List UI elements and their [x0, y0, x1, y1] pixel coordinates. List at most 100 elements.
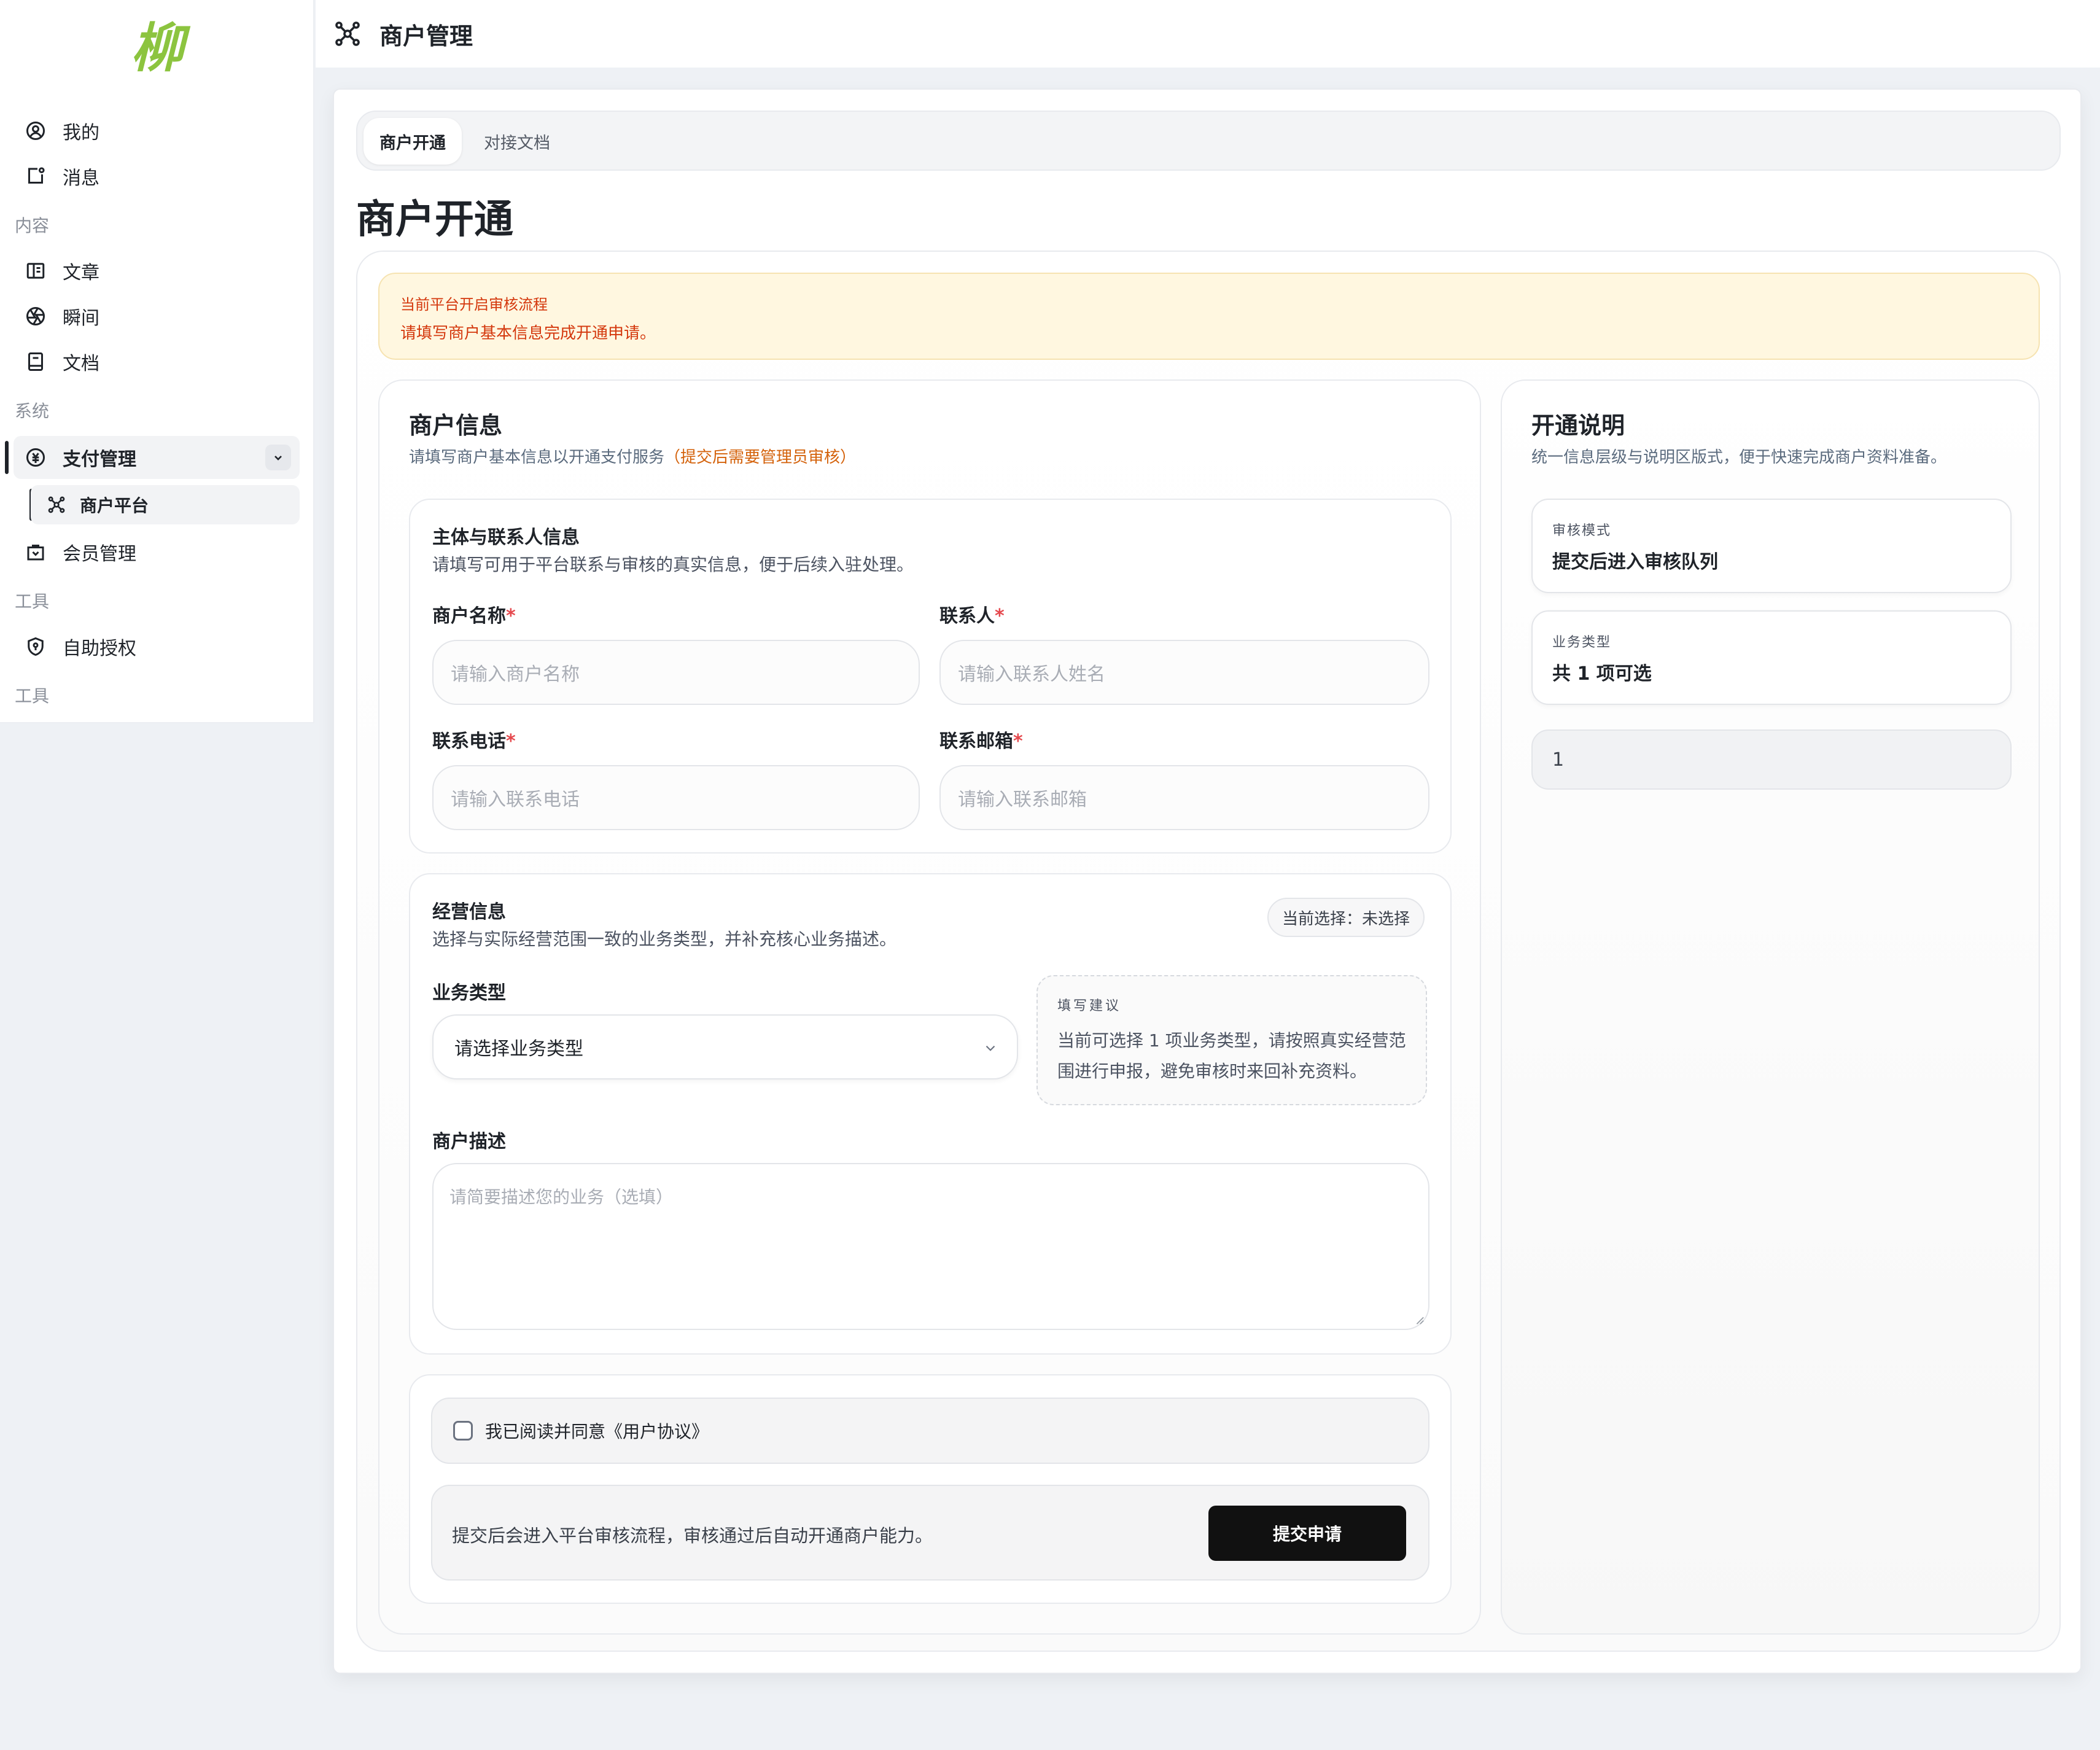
contact-email-label: 联系邮箱* — [939, 726, 1023, 753]
submit-application-button[interactable]: 提交申请 — [1208, 1506, 1406, 1561]
chevron-down-icon — [986, 1045, 995, 1051]
section-label-system: 系统 — [15, 401, 50, 421]
contact-email-label-text: 联系邮箱 — [939, 731, 1013, 752]
tab-merchant-open[interactable]: 商户开通 — [364, 118, 462, 165]
contact-phone-label-text: 联系电话 — [432, 731, 506, 752]
sidebar-item-label: 自助授权 — [63, 638, 136, 659]
business-type-box: 业务类型 共 1 项可选 — [1531, 610, 2012, 705]
merchant-info-title: 商户信息 — [409, 412, 503, 439]
section-label-tools-2: 工具 — [15, 686, 50, 706]
contact-phone-input[interactable]: 请输入联系电话 — [432, 765, 920, 830]
sidebar-item-docs[interactable]: 文档 — [14, 340, 300, 383]
alert-line-2: 请填写商户基本信息完成开通申请。 — [400, 324, 656, 343]
aperture-icon — [26, 307, 45, 325]
submit-row: 提交后会进入平台审核流程，审核通过后自动开通商户能力。 提交申请 — [431, 1485, 1429, 1581]
business-type-select[interactable]: 请选择业务类型 — [432, 1014, 1018, 1079]
chevron-down-icon[interactable] — [265, 445, 291, 470]
resize-grip-icon[interactable] — [1414, 1314, 1425, 1325]
agreement-checkbox[interactable] — [453, 1421, 473, 1441]
contact-section-title: 主体与联系人信息 — [432, 527, 580, 548]
open-guide-title: 开通说明 — [1531, 412, 1625, 439]
sidebar-subitem-label: 商户平台 — [80, 496, 149, 516]
book-open-icon — [26, 263, 45, 279]
contact-person-placeholder: 请输入联系人姓名 — [958, 664, 1105, 685]
sidebar-item-articles[interactable]: 文章 — [14, 249, 300, 292]
open-guide-subtitle: 统一信息层级与说明区版式，便于快速完成商户资料准备。 — [1531, 448, 1947, 467]
section-label-tools: 工具 — [15, 591, 50, 612]
contact-section-desc: 请填写可用于平台联系与审核的真实信息，便于后续入驻处理。 — [432, 554, 914, 575]
submit-note: 提交后会进入平台审核流程，审核通过后自动开通商户能力。 — [452, 1525, 933, 1546]
merchant-info-card: 商户信息 请填写商户基本信息以开通支付服务（提交后需要管理员审核） 主体与联系人… — [378, 379, 1481, 1635]
merchant-info-subtitle: 请填写商户基本信息以开通支付服务（提交后需要管理员审核） — [409, 445, 856, 467]
sidebar: 柳 我的 消息 内容 文章 瞬间 文档 系统 支付管理 商户平台 会员管理 工具 — [0, 0, 314, 723]
business-type-option: 1 — [1531, 729, 2012, 790]
user-circle-icon — [26, 122, 45, 140]
fill-tip-body: 当前可选择 1 项业务类型，请按照真实经营范围进行申报，避免审核时来回补充资料。 — [1057, 1030, 1406, 1081]
shopping-bag-icon — [27, 545, 44, 561]
business-type-key: 业务类型 — [1552, 635, 1612, 650]
sidebar-item-label: 我的 — [63, 122, 99, 144]
merchant-name-label-text: 商户名称 — [432, 605, 506, 627]
subtitle-highlight: （提交后需要管理员审核） — [664, 448, 857, 467]
agreement-row[interactable]: 我已阅读并同意《用户协议》 — [431, 1398, 1429, 1464]
required-mark: * — [506, 605, 516, 627]
logo[interactable]: 柳 — [122, 15, 193, 82]
contact-phone-placeholder: 请输入联系电话 — [451, 789, 580, 811]
section-label-content: 内容 — [15, 216, 50, 236]
required-mark: * — [995, 605, 1005, 627]
agreement-label[interactable]: 我已阅读并同意《用户协议》 — [485, 1418, 709, 1443]
merchant-desc-placeholder: 请简要描述您的业务（选填） — [449, 1187, 674, 1207]
sidebar-item-label: 瞬间 — [63, 308, 99, 329]
tab-bar: 商户开通 对接文档 — [356, 111, 2061, 171]
contact-person-input[interactable]: 请输入联系人姓名 — [939, 640, 1429, 705]
contact-section: 主体与联系人信息 请填写可用于平台联系与审核的真实信息，便于后续入驻处理。 商户… — [409, 499, 1452, 854]
top-header: 商户管理 — [316, 0, 2100, 68]
document-icon — [28, 352, 43, 371]
sidebar-subitem-merchant-platform[interactable]: 商户平台 — [31, 485, 300, 524]
sidebar-item-mine[interactable]: 我的 — [14, 109, 300, 152]
contact-person-label-text: 联系人 — [939, 605, 995, 627]
sidebar-item-messages[interactable]: 消息 — [14, 155, 300, 198]
contact-email-input[interactable]: 请输入联系邮箱 — [939, 765, 1429, 830]
merchant-name-input[interactable]: 请输入商户名称 — [432, 640, 920, 705]
sidebar-item-label: 文章 — [63, 262, 99, 284]
sidebar-item-moments[interactable]: 瞬间 — [14, 295, 300, 338]
sidebar-item-payment[interactable]: 支付管理 — [14, 436, 300, 479]
network-icon — [335, 21, 360, 46]
merchant-name-label: 商户名称* — [432, 601, 516, 628]
review-mode-box: 审核模式 提交后进入审核队列 — [1531, 499, 2012, 593]
business-section-title: 经营信息 — [432, 901, 506, 923]
merchant-name-placeholder: 请输入商户名称 — [451, 664, 580, 685]
contact-person-label: 联系人* — [939, 601, 1005, 628]
review-mode-key: 审核模式 — [1552, 523, 1612, 539]
alert-line-1: 当前平台开启审核流程 — [400, 296, 548, 313]
subtitle-text: 请填写商户基本信息以开通支付服务 — [409, 448, 665, 467]
open-guide-card: 开通说明 统一信息层级与说明区版式，便于快速完成商户资料准备。 审核模式 提交后… — [1501, 379, 2040, 1635]
submit-section: 我已阅读并同意《用户协议》 提交后会进入平台审核流程，审核通过后自动开通商户能力… — [409, 1374, 1452, 1604]
sidebar-item-members[interactable]: 会员管理 — [14, 531, 300, 574]
form-panel: 当前平台开启审核流程 请填写商户基本信息完成开通申请。 商户信息 请填写商户基本… — [356, 251, 2061, 1652]
contact-email-placeholder: 请输入联系邮箱 — [958, 789, 1087, 811]
tab-integration-docs[interactable]: 对接文档 — [468, 118, 566, 165]
review-alert: 当前平台开启审核流程 请填写商户基本信息完成开通申请。 — [378, 273, 2040, 360]
review-mode-value: 提交后进入审核队列 — [1552, 551, 1718, 573]
required-mark: * — [1013, 731, 1023, 752]
header-title: 商户管理 — [379, 22, 473, 50]
shield-icon — [28, 637, 44, 656]
sidebar-item-authorize[interactable]: 自助授权 — [14, 625, 300, 668]
business-type-selected: 请选择业务类型 — [454, 1038, 583, 1060]
contact-phone-label: 联系电话* — [432, 726, 516, 753]
business-section: 经营信息 选择与实际经营范围一致的业务类型，并补充核心业务描述。 当前选择：未选… — [409, 873, 1452, 1355]
required-mark: * — [506, 731, 516, 752]
fill-tip-box: 填写建议 当前可选择 1 项业务类型，请按照真实经营范围进行申报，避免审核时来回… — [1036, 975, 1427, 1105]
sidebar-item-label: 消息 — [63, 168, 99, 189]
merchant-desc-label: 商户描述 — [432, 1131, 506, 1153]
merchant-desc-textarea[interactable]: 请简要描述您的业务（选填） — [432, 1163, 1429, 1330]
fill-tip-title: 填写建议 — [1057, 998, 1122, 1014]
business-section-desc: 选择与实际经营范围一致的业务类型，并补充核心业务描述。 — [432, 929, 897, 949]
currency-circle-icon — [26, 448, 45, 467]
network-icon — [48, 496, 65, 513]
message-icon — [28, 167, 45, 184]
active-indicator — [5, 441, 9, 474]
page-title: 商户开通 — [356, 197, 513, 243]
